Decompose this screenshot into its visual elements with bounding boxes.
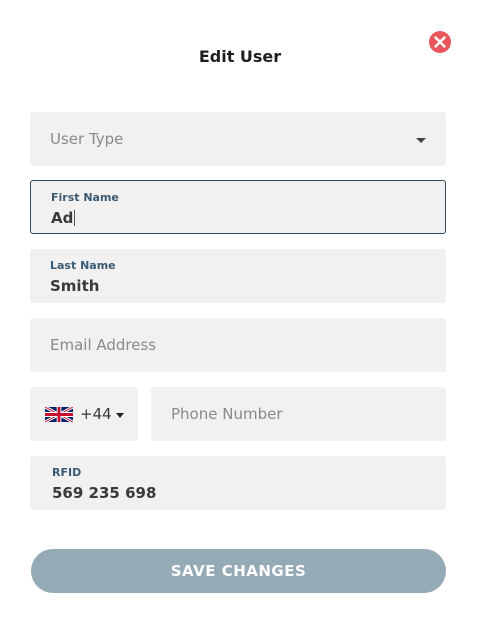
close-button[interactable]: [428, 30, 452, 54]
first-name-field[interactable]: First Name Ad: [30, 180, 446, 234]
last-name-field[interactable]: Last Name Smith: [30, 249, 446, 303]
close-icon: [429, 31, 451, 53]
rfid-input[interactable]: 569 235 698: [52, 484, 156, 502]
email-placeholder: Email Address: [50, 336, 157, 354]
user-type-select[interactable]: User Type: [30, 112, 446, 166]
first-name-label: First Name: [51, 191, 119, 204]
first-name-input[interactable]: Ad: [51, 209, 76, 227]
dial-code: +44: [80, 405, 112, 423]
text-cursor: [74, 210, 76, 226]
dialog-title: Edit User: [198, 47, 282, 66]
phone-placeholder: Phone Number: [171, 405, 283, 423]
email-field[interactable]: Email Address: [30, 318, 446, 372]
last-name-label: Last Name: [50, 259, 116, 272]
edit-user-dialog: Edit User User Type First Name Ad Last N…: [0, 0, 480, 629]
phone-number-field[interactable]: Phone Number: [151, 387, 446, 441]
country-code-select[interactable]: +44: [30, 387, 138, 441]
uk-flag-icon: [45, 407, 73, 422]
first-name-value: Ad: [51, 209, 74, 227]
last-name-input[interactable]: Smith: [50, 277, 99, 295]
user-type-placeholder: User Type: [50, 130, 124, 148]
rfid-label: RFID: [52, 466, 82, 479]
caret-down-icon: [116, 413, 124, 418]
rfid-field[interactable]: RFID 569 235 698: [30, 456, 446, 510]
save-changes-button[interactable]: SAVE CHANGES: [31, 549, 446, 593]
chevron-down-icon: [416, 138, 426, 143]
